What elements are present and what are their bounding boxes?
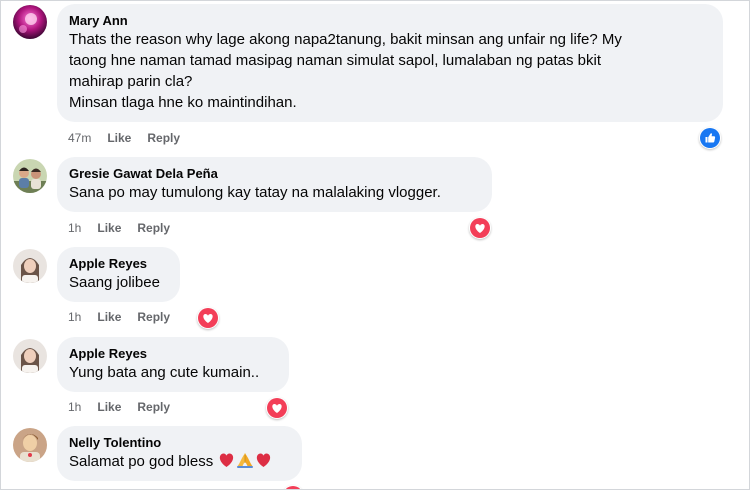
avatar[interactable] <box>13 249 47 283</box>
comment-bubble: Apple Reyes Saang jolibee <box>57 247 180 302</box>
heart-icon[interactable] <box>197 307 219 329</box>
reply-button[interactable]: Reply <box>137 309 170 325</box>
comment-text-line: Saang jolibee <box>69 274 160 291</box>
comment-text-line: mahirap parin cla? <box>69 73 193 90</box>
comment-timestamp[interactable]: 1h <box>68 220 81 236</box>
comment-bubble: Nelly Tolentino Salamat po god bless <box>57 426 302 481</box>
comment-text: Saang jolibee <box>69 272 168 293</box>
comment-bubble: Mary Ann Thats the reason why lage akong… <box>57 4 723 122</box>
praying-hands-icon <box>236 452 254 474</box>
comment-actions: 47m Like Reply <box>68 130 196 146</box>
like-button[interactable]: Like <box>97 220 121 236</box>
red-heart-icon <box>255 452 272 474</box>
avatar[interactable] <box>13 159 47 193</box>
reply-button[interactable]: Reply <box>137 399 170 415</box>
comments-panel: Mary Ann Thats the reason why lage akong… <box>0 0 750 490</box>
comment-text-line: taong hne naman tamad masipag naman simu… <box>69 52 601 69</box>
comment-timestamp[interactable]: 1h <box>68 309 81 325</box>
comment-bubble: Apple Reyes Yung bata ang cute kumain.. <box>57 337 289 392</box>
comment-author[interactable]: Nelly Tolentino <box>69 434 290 451</box>
comment-actions: 1h Like Reply <box>68 399 186 415</box>
avatar[interactable] <box>13 339 47 373</box>
comment-text-line: Minsan tlaga hne ko maintindihan. <box>69 94 297 111</box>
heart-icon[interactable] <box>266 397 288 419</box>
comment-text-line: Sana po may tumulong kay tatay na malala… <box>69 184 441 201</box>
comment-actions: 1h Like Reply <box>68 220 186 236</box>
reply-button[interactable]: Reply <box>137 220 170 236</box>
comment-text-line: Salamat po god bless <box>69 451 290 474</box>
comment-text: Thats the reason why lage akong napa2tan… <box>69 29 711 113</box>
comment-author[interactable]: Apple Reyes <box>69 255 168 272</box>
comment-author[interactable]: Apple Reyes <box>69 345 277 362</box>
avatar[interactable] <box>13 428 47 462</box>
comment-author[interactable]: Gresie Gawat Dela Peña <box>69 165 480 182</box>
comment-text: Yung bata ang cute kumain.. <box>69 362 277 383</box>
like-button[interactable]: Like <box>107 130 131 146</box>
comment-actions: 1h Like Reply <box>68 309 186 325</box>
comment-bubble: Gresie Gawat Dela Peña Sana po may tumul… <box>57 157 492 212</box>
heart-icon[interactable] <box>282 485 304 489</box>
comment-text-line: Yung bata ang cute kumain.. <box>69 364 260 381</box>
avatar[interactable] <box>13 5 47 39</box>
comment-timestamp[interactable]: 47m <box>68 130 91 146</box>
comment-timestamp[interactable]: 1h <box>68 399 81 415</box>
comment-text: Sana po may tumulong kay tatay na malala… <box>69 182 480 203</box>
comment-text-content: Salamat po god bless <box>69 453 214 470</box>
comment-author[interactable]: Mary Ann <box>69 12 711 29</box>
comment-text-line: Thats the reason why lage akong napa2tan… <box>69 31 622 48</box>
like-button[interactable]: Like <box>97 399 121 415</box>
comment-text: Salamat po god bless <box>69 451 290 474</box>
like-icon[interactable] <box>699 127 721 149</box>
reply-button[interactable]: Reply <box>147 130 180 146</box>
heart-icon[interactable] <box>469 217 491 239</box>
like-button[interactable]: Like <box>97 309 121 325</box>
red-heart-icon <box>218 452 235 474</box>
